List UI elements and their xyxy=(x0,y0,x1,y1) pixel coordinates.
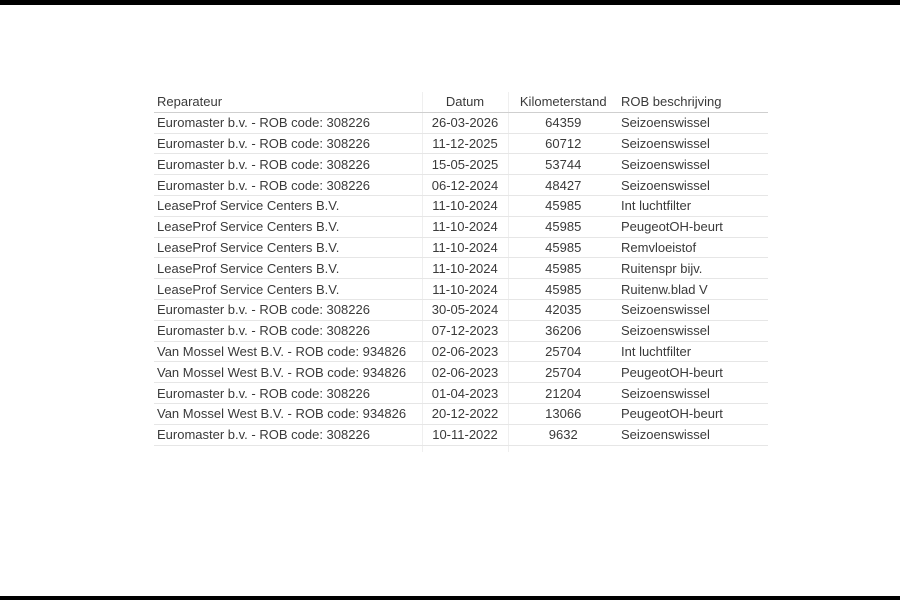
cell-reparateur: Van Mossel West B.V. - ROB code: 934826 xyxy=(154,403,422,425)
cell-reparateur: Euromaster b.v. - ROB code: 308226 xyxy=(154,320,422,342)
cell-kilometerstand: 53744 xyxy=(507,153,618,176)
cell-datum: 11-10-2024 xyxy=(421,278,508,300)
cell-rob-beschrijving: PeugeotOH-beurt xyxy=(618,216,768,238)
cell-datum: 11-10-2024 xyxy=(421,195,508,217)
cell-kilometerstand: 64359 xyxy=(507,112,618,134)
table-row: Euromaster b.v. - ROB code: 308226 07-12… xyxy=(154,320,768,342)
cell-reparateur: Euromaster b.v. - ROB code: 308226 xyxy=(154,133,422,155)
table-row: LeaseProf Service Centers B.V. 11-10-202… xyxy=(154,257,768,280)
table-row: Euromaster b.v. - ROB code: 308226 30-05… xyxy=(154,299,768,321)
table-row: Euromaster b.v. - ROB code: 308226 10-11… xyxy=(154,424,768,446)
cell-datum: 06-12-2024 xyxy=(421,174,508,196)
cell-reparateur: Euromaster b.v. - ROB code: 308226 xyxy=(154,424,422,446)
cell-kilometerstand: 60712 xyxy=(507,133,618,155)
cell-rob-beschrijving: Int luchtfilter xyxy=(618,195,768,217)
cell-rob-beschrijving: PeugeotOH-beurt xyxy=(618,403,768,425)
cell-datum: 11-10-2024 xyxy=(421,257,508,280)
cell-reparateur: LeaseProf Service Centers B.V. xyxy=(154,257,422,280)
cell-reparateur: LeaseProf Service Centers B.V. xyxy=(154,278,422,300)
cell-kilometerstand: 45985 xyxy=(507,216,618,238)
cell-rob-beschrijving: Seizoenswissel xyxy=(618,299,768,321)
cell-datum: 11-12-2025 xyxy=(421,133,508,155)
table-header-row: Reparateur Datum Kilometerstand ROB besc… xyxy=(154,92,768,113)
cell-kilometerstand: 9632 xyxy=(507,424,618,446)
cell-datum: 11-10-2024 xyxy=(421,237,508,259)
cell-kilometerstand: 36206 xyxy=(507,320,618,342)
cell-reparateur: LeaseProf Service Centers B.V. xyxy=(154,195,422,217)
cell-reparateur: Euromaster b.v. - ROB code: 308226 xyxy=(154,112,422,134)
cell-datum: 30-05-2024 xyxy=(421,299,508,321)
cell-datum: 02-06-2023 xyxy=(421,361,508,384)
cell-rob-beschrijving: Seizoenswissel xyxy=(618,320,768,342)
cell-datum: 10-11-2022 xyxy=(421,424,508,446)
filler-cell xyxy=(421,445,508,452)
table-row: LeaseProf Service Centers B.V. 11-10-202… xyxy=(154,195,768,217)
cell-kilometerstand: 25704 xyxy=(507,361,618,384)
cell-rob-beschrijving: Seizoenswissel xyxy=(618,153,768,176)
cell-reparateur: LeaseProf Service Centers B.V. xyxy=(154,216,422,238)
maintenance-history-table: Reparateur Datum Kilometerstand ROB besc… xyxy=(154,92,768,452)
cell-datum: 26-03-2026 xyxy=(421,112,508,134)
cell-datum: 01-04-2023 xyxy=(421,382,508,404)
cell-rob-beschrijving: Seizoenswissel xyxy=(618,174,768,196)
cell-reparateur: Van Mossel West B.V. - ROB code: 934826 xyxy=(154,341,422,363)
cell-rob-beschrijving: PeugeotOH-beurt xyxy=(618,361,768,384)
cell-datum: 02-06-2023 xyxy=(421,341,508,363)
cell-reparateur: Euromaster b.v. - ROB code: 308226 xyxy=(154,299,422,321)
table-row: LeaseProf Service Centers B.V. 11-10-202… xyxy=(154,216,768,238)
cell-rob-beschrijving: Seizoenswissel xyxy=(618,133,768,155)
cell-rob-beschrijving: Seizoenswissel xyxy=(618,382,768,404)
cell-kilometerstand: 45985 xyxy=(507,278,618,300)
filler-cell xyxy=(154,445,422,452)
column-header-rob-beschrijving: ROB beschrijving xyxy=(618,92,768,113)
table-body: Euromaster b.v. - ROB code: 308226 26-03… xyxy=(154,112,768,452)
column-header-datum: Datum xyxy=(421,92,508,113)
table-row: Euromaster b.v. - ROB code: 308226 01-04… xyxy=(154,382,768,404)
maintenance-history-sheet: Reparateur Datum Kilometerstand ROB besc… xyxy=(154,92,768,452)
cell-rob-beschrijving: Int luchtfilter xyxy=(618,341,768,363)
table-row: Euromaster b.v. - ROB code: 308226 15-05… xyxy=(154,153,768,176)
cell-reparateur: Van Mossel West B.V. - ROB code: 934826 xyxy=(154,361,422,384)
cell-datum: 07-12-2023 xyxy=(421,320,508,342)
table-row: LeaseProf Service Centers B.V. 11-10-202… xyxy=(154,237,768,259)
cell-rob-beschrijving: Seizoenswissel xyxy=(618,112,768,134)
table-filler-row xyxy=(154,445,768,452)
table-row: Van Mossel West B.V. - ROB code: 934826 … xyxy=(154,341,768,363)
cell-rob-beschrijving: Ruitenspr bijv. xyxy=(618,257,768,280)
cell-datum: 11-10-2024 xyxy=(421,216,508,238)
filler-cell xyxy=(507,445,618,452)
cell-reparateur: Euromaster b.v. - ROB code: 308226 xyxy=(154,174,422,196)
cell-reparateur: Euromaster b.v. - ROB code: 308226 xyxy=(154,153,422,176)
cell-datum: 20-12-2022 xyxy=(421,403,508,425)
table-row: Euromaster b.v. - ROB code: 308226 11-12… xyxy=(154,133,768,155)
cell-kilometerstand: 45985 xyxy=(507,195,618,217)
top-frame-bar xyxy=(0,0,900,5)
cell-rob-beschrijving: Ruitenw.blad V xyxy=(618,278,768,300)
table-row: Van Mossel West B.V. - ROB code: 934826 … xyxy=(154,361,768,384)
cell-rob-beschrijving: Remvloeistof xyxy=(618,237,768,259)
column-header-reparateur: Reparateur xyxy=(154,92,422,113)
cell-kilometerstand: 21204 xyxy=(507,382,618,404)
table-row: Euromaster b.v. - ROB code: 308226 06-12… xyxy=(154,174,768,196)
cell-kilometerstand: 13066 xyxy=(507,403,618,425)
cell-datum: 15-05-2025 xyxy=(421,153,508,176)
cell-reparateur: LeaseProf Service Centers B.V. xyxy=(154,237,422,259)
table-row: Euromaster b.v. - ROB code: 308226 26-03… xyxy=(154,112,768,134)
cell-rob-beschrijving: Seizoenswissel xyxy=(618,424,768,446)
cell-kilometerstand: 42035 xyxy=(507,299,618,321)
cell-kilometerstand: 45985 xyxy=(507,257,618,280)
column-header-kilometerstand: Kilometerstand xyxy=(507,92,618,113)
cell-kilometerstand: 48427 xyxy=(507,174,618,196)
table-row: LeaseProf Service Centers B.V. 11-10-202… xyxy=(154,278,768,300)
bottom-frame-bar xyxy=(0,596,900,600)
cell-kilometerstand: 45985 xyxy=(507,237,618,259)
filler-cell xyxy=(618,445,768,452)
table-row: Van Mossel West B.V. - ROB code: 934826 … xyxy=(154,403,768,425)
cell-reparateur: Euromaster b.v. - ROB code: 308226 xyxy=(154,382,422,404)
cell-kilometerstand: 25704 xyxy=(507,341,618,363)
